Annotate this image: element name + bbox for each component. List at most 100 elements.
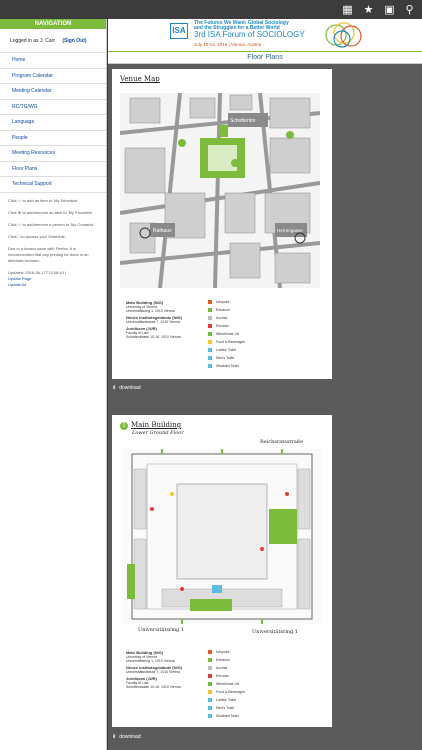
nav-item-technical-support[interactable]: Technical Support: [0, 176, 106, 192]
login-status: Logged in as J. Carr (Sign Out): [0, 29, 106, 52]
floor-legend: Infopoint Entrance Access Elevator Wheel…: [208, 648, 245, 720]
nav-item-rc-tg-wg[interactable]: RC/TG/WG: [0, 98, 106, 115]
building-number-badge: 1: [120, 422, 128, 430]
browser-note: Due to a known issue with Firefox, it is…: [8, 245, 89, 263]
legend-label: Men's Toilet: [216, 356, 235, 360]
legend-label: Entrance: [216, 308, 231, 312]
legend-label: Access: [216, 316, 228, 320]
legend-label: Food & Beverages: [216, 340, 245, 344]
legend-label: Elevator: [216, 324, 229, 328]
legend-item: Food & Beverages: [208, 688, 245, 696]
venue-map-download[interactable]: ⬇ download: [112, 385, 141, 391]
legend-item: Wheelchair Lift: [208, 680, 245, 688]
main-building-card: 1 Main Building Lower Ground Floor Reichs…: [112, 415, 332, 727]
legend-item: Entrance: [208, 656, 245, 664]
legend-item: Infopoint: [208, 298, 245, 306]
main-building-title-wrap: 1 Main Building Lower Ground Floor: [120, 421, 184, 436]
map-label-schottentor: Schottentor: [230, 118, 256, 124]
nav-item-language[interactable]: Language: [0, 114, 106, 130]
nav-item-floor-plans[interactable]: Floor Plans: [0, 160, 106, 177]
main-building-title: Main Building: [131, 421, 182, 429]
conference-header: ISA The Futures We Want: Global Sociolog…: [108, 19, 422, 51]
help-line: Click ☆ to add/remove a person to 'My Co…: [8, 221, 96, 227]
legend-item: Elevator: [208, 322, 245, 330]
floor-plan-image: [122, 449, 322, 624]
legend-item: Elevator: [208, 672, 245, 680]
legend-label: Wheelchair Lift: [216, 682, 240, 686]
legend-item: Infopoint: [208, 648, 245, 656]
legend-item: Wheelchair Lift: [208, 330, 245, 338]
street-universitaetsring-left: Universitätsring 1: [138, 627, 185, 633]
download-label: download: [119, 385, 141, 391]
nav-item-home[interactable]: Home: [0, 52, 106, 68]
location-address: Universitätsring 1, 1010 Vienna: [126, 309, 175, 313]
sign-out-link[interactable]: (Sign Out): [62, 38, 86, 44]
nav-item-meeting-resources[interactable]: Meeting Resources: [0, 145, 106, 161]
location-address: Schottenbastei 10-16, 1010 Vienna: [126, 685, 181, 689]
header-title: 3rd ISA Forum of SOCIOLOGY: [194, 30, 305, 39]
legend-label: Infopoint: [216, 650, 230, 654]
location-item: Neues Institutsgebäude (NIG) Universitäts…: [126, 666, 206, 675]
map-label-rathaus: Rathaus: [153, 228, 172, 234]
location-item: Juridicum (JUR) Faculty of Law Schottenbas…: [126, 327, 206, 340]
nav-header: NAVIGATION: [0, 19, 106, 29]
street-reichsratsstrasse: Reichsratsstraße: [260, 439, 304, 445]
location-address: Universitätsstrasse 7, 1010 Vienna: [126, 670, 181, 674]
legend-label: Wheelchair Lift: [216, 332, 240, 336]
legend-item: Access: [208, 664, 245, 672]
legend-label: Disabled Toilet: [216, 714, 239, 718]
legend-label: Access: [216, 666, 228, 670]
update-all-link[interactable]: Update All: [8, 282, 98, 288]
floor-subtitle: Lower Ground Floor: [132, 430, 184, 436]
page-title: Floor Plans: [108, 51, 422, 64]
legend-label: Ladies' Toilet: [216, 698, 237, 702]
help-line: Click □ to access your Schedule.: [8, 233, 66, 239]
legend-item: Disabled Toilet: [208, 712, 245, 720]
location-list-2: Main Building (NIG) University of Vienna U…: [126, 651, 206, 690]
legend-item: Disabled Toilet: [208, 362, 245, 370]
legend-label: Men's Toilet: [216, 706, 235, 710]
nav-item-meeting-calendar[interactable]: Meeting Calendar: [0, 83, 106, 99]
legend-item: Ladies' Toilet: [208, 696, 245, 704]
star-icon[interactable]: ★: [362, 3, 375, 16]
schedule-icon[interactable]: ▣: [383, 3, 396, 16]
legend-label: Disabled Toilet: [216, 364, 239, 368]
venue-map-title: Venue Map: [120, 75, 160, 83]
legend-label: Ladies' Toilet: [216, 348, 237, 352]
legend-label: Entrance: [216, 658, 231, 662]
nav-item-program-calendar[interactable]: Program Calendar: [0, 67, 106, 84]
map-label-herrengasse: Herrengasse: [277, 228, 303, 233]
login-text: Logged in as J. Carr: [10, 38, 56, 44]
location-address: Universitätsring 1, 1010 Vienna: [126, 659, 175, 663]
calendar-icon[interactable]: ▦: [341, 3, 354, 16]
street-universitaetsring-right: Universitätsring 1: [252, 629, 299, 635]
location-list: Main Building (NIG) University of Vienna U…: [126, 301, 206, 340]
isa-logo: ISA: [170, 23, 188, 39]
help-text: Click ☆ to add an item to 'My Schedule'.…: [0, 193, 106, 293]
legend-item: Access: [208, 314, 245, 322]
nav-list: Home Program Calendar Meeting Calendar R…: [0, 52, 106, 193]
legend-label: Infopoint: [216, 300, 230, 304]
location-item: Neues Institutsgebäude (NIG) Universitäts…: [126, 316, 206, 325]
location-item: Main Building (NIG) University of Vienna U…: [126, 651, 206, 664]
main-building-download[interactable]: ⬇ download: [112, 734, 141, 740]
legend-item: Men's Toilet: [208, 354, 245, 362]
header-dates: July 10-14, 2016 | Vienna, Austria: [194, 42, 262, 47]
location-address: Universitätsstrasse 7, 1010 Vienna: [126, 320, 181, 324]
location-item: Juridicum (JUR) Faculty of Law Schottenbas…: [126, 677, 206, 690]
help-line: Click ☆ to add an item to 'My Schedule'.: [8, 197, 80, 203]
legend-item: Food & Beverages: [208, 338, 245, 346]
location-address: Schottenbastei 10-16, 1010 Vienna: [126, 335, 181, 339]
map-legend: Infopoint Entrance Access Elevator Wheel…: [208, 298, 245, 370]
download-icon: ⬇: [112, 734, 117, 740]
sidebar: NAVIGATION Logged in as J. Carr (Sign Ou…: [0, 19, 107, 750]
search-icon[interactable]: ⚲: [403, 3, 416, 16]
top-toolbar: ▦ ★ ▣ ⚲: [0, 0, 422, 19]
help-line: Click ★ to add/remove an item to 'My Fav…: [8, 209, 94, 215]
download-icon: ⬇: [112, 385, 117, 391]
nav-item-people[interactable]: People: [0, 129, 106, 146]
legend-item: Men's Toilet: [208, 704, 245, 712]
download-label: download: [119, 734, 141, 740]
venue-map-card: Venue Map Schottentor Rathaus Herrengass…: [112, 69, 332, 379]
location-item: Main Building (NIG) University of Vienna U…: [126, 301, 206, 314]
